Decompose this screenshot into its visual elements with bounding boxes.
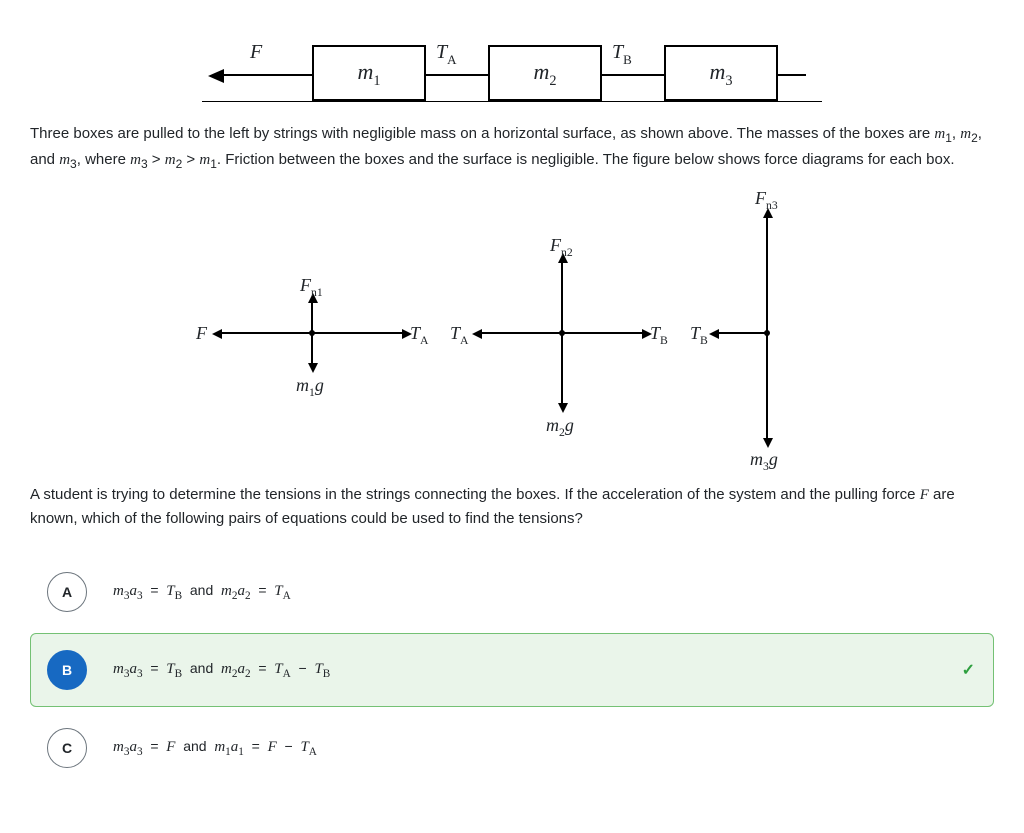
choice-c-text: m3a3 = F and m1a1 = F − TA [113, 738, 317, 758]
choice-a-letter[interactable]: A [47, 572, 87, 612]
fbd2-mg-label: m2g [546, 415, 574, 436]
box-m2-label: m2 [490, 47, 600, 100]
fbd3-mg-label: m3g [750, 449, 778, 470]
answer-choices: A m3a3 = TB and m2a2 = TA B m3a3 = TB an… [30, 555, 994, 785]
fbd1-mg-arrow [311, 333, 313, 363]
fbd1-mg-label: m1g [296, 375, 324, 396]
choice-b-text: m3a3 = TB and m2a2 = TA − TB [113, 660, 330, 680]
paragraph-2: A student is trying to determine the ten… [30, 483, 994, 531]
string-trailing [776, 74, 806, 76]
fbd3-fn-label: Fn3 [755, 188, 778, 209]
fbd3-tb-arrow [719, 332, 767, 334]
fbd3-fn-arrow [766, 218, 768, 333]
figure-boxes: F m1 TA m2 TB m3 [202, 24, 822, 112]
box-m3: m3 [664, 45, 778, 101]
fbd2-tb-label: TB [650, 323, 668, 344]
fbd2-fn-arrow [561, 263, 563, 333]
fbd1-fn-arrow [311, 303, 313, 333]
choice-a-text: m3a3 = TB and m2a2 = TA [113, 582, 291, 602]
fbd1-f-label: F [196, 323, 207, 344]
fbd1-f-arrow [222, 332, 312, 334]
check-icon: ✓ [962, 660, 975, 680]
choice-c[interactable]: C m3a3 = F and m1a1 = F − TA [30, 711, 994, 785]
box-m1-label: m1 [314, 47, 424, 100]
box-m3-label: m3 [666, 47, 776, 100]
paragraph-1: Three boxes are pulled to the left by st… [30, 122, 994, 173]
label-tb: TB [612, 41, 632, 64]
label-f: F [250, 41, 262, 64]
fbd3-mg-arrow [766, 333, 768, 438]
string-ta [424, 74, 488, 76]
choice-b-letter[interactable]: B [47, 650, 87, 690]
box-m1: m1 [312, 45, 426, 101]
fbd1-ta-arrow [312, 332, 402, 334]
box-m2: m2 [488, 45, 602, 101]
surface-line [202, 101, 822, 102]
question-container: F m1 TA m2 TB m3 [0, 24, 1024, 785]
force-f-arrow [224, 74, 312, 76]
figure-force-diagrams: Fn1 m1g F TA Fn2 m2g TA TB [192, 183, 832, 473]
fbd1-ta-label: TA [410, 323, 428, 344]
choice-c-letter[interactable]: C [47, 728, 87, 768]
label-ta: TA [436, 41, 457, 64]
fbd2-ta-label: TA [450, 323, 468, 344]
fbd1-fn-label: Fn1 [300, 275, 323, 296]
fbd3-tb-label: TB [690, 323, 708, 344]
choice-a[interactable]: A m3a3 = TB and m2a2 = TA [30, 555, 994, 629]
fbd2-fn-label: Fn2 [550, 235, 573, 256]
fbd2-ta-arrow [482, 332, 562, 334]
choice-b[interactable]: B m3a3 = TB and m2a2 = TA − TB ✓ [30, 633, 994, 707]
string-tb [600, 74, 664, 76]
fbd2-tb-arrow [562, 332, 642, 334]
fbd2-mg-arrow [561, 333, 563, 403]
